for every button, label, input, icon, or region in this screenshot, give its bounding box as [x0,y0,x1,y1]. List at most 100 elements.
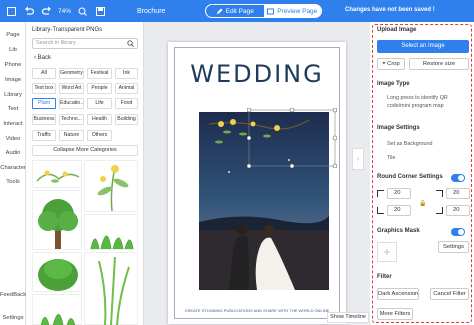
tile-option[interactable]: Tile [387,154,396,162]
zoom-level[interactable]: 74% [58,8,71,15]
plant-thumbnail[interactable] [84,252,138,325]
edit-page-label: Edit Page [225,7,254,15]
rail-item-phone[interactable]: Phone [0,62,26,68]
library-search-input[interactable]: Search in library [32,38,138,49]
mode-switch: Edit Page Preview Page [205,4,322,18]
round-corner-heading: Round Corner Settings [377,174,443,180]
category-food[interactable]: Food [115,98,138,109]
back-chevron-icon: ‹ [34,55,36,61]
show-timeline-button[interactable]: Show Timeline [327,312,369,323]
category-traffic[interactable]: Traffic [32,130,56,141]
library-title: Library-Transparent PNGs [32,27,103,33]
dark-ascension-filter[interactable]: Dark Ascension [377,288,419,300]
left-rail: Page Lib Phone Image Library Text Intera… [0,22,26,325]
preview-page-tab[interactable]: Preview Page [263,5,321,17]
back-button[interactable]: ‹ Back [34,55,51,61]
category-education[interactable]: Educatio... [59,98,84,109]
category-festival[interactable]: Festival [87,68,112,79]
lock-icon[interactable]: 🔒 [419,200,426,207]
restore-size-button[interactable]: Restore size [409,58,469,70]
plant-thumbnail[interactable] [32,252,82,292]
menu-icon[interactable] [4,4,18,18]
add-image-button[interactable]: Select an Image [377,40,469,53]
rail-item-settings[interactable]: Settings [0,315,26,321]
image-settings-heading: Image Settings [377,125,420,131]
rail-item-text[interactable]: Text [0,106,26,112]
category-health[interactable]: Health [87,114,112,125]
corner-bottom-right-icon [436,207,443,214]
collapse-categories-button[interactable]: Collapse More Categories [32,145,138,156]
category-plant[interactable]: Plant [32,98,56,109]
crop-button[interactable]: ⌖ Crop [377,58,405,70]
category-technology[interactable]: Techno... [59,114,84,125]
edit-icon [216,8,223,14]
mask-settings-button[interactable]: Settings [438,241,469,253]
category-life[interactable]: Life [87,98,112,109]
crop-label: Crop [387,61,400,67]
document-title[interactable]: Brochure [137,8,165,15]
corner-bottom-right-input[interactable]: 20 [446,205,470,216]
rail-item-feedback[interactable]: FeedBack [0,292,26,298]
corner-bottom-left-icon [377,207,384,214]
category-people[interactable]: People [87,83,112,94]
category-word-art[interactable]: Word Art [59,83,84,94]
plant-thumbnail[interactable] [84,160,138,212]
rail-item-library[interactable]: Library [0,92,26,98]
image-type-heading: Image Type [377,81,410,87]
page-heading[interactable]: WEDDING [175,60,339,88]
rail-item-audio[interactable]: Audio [0,150,26,156]
category-nature[interactable]: Nature [59,130,84,141]
search-placeholder: Search in library [36,40,76,46]
zoom-in-icon[interactable] [75,4,89,18]
plant-thumbnail[interactable] [32,190,82,250]
corner-top-left-icon [377,190,384,197]
category-others[interactable]: Others [87,130,112,141]
undo-icon[interactable] [22,4,36,18]
corner-top-right-input[interactable]: 20 [446,188,470,199]
add-mask-button[interactable]: + [377,242,397,262]
plant-thumbnail[interactable] [32,160,82,188]
edit-page-tab[interactable]: Edit Page [206,5,264,17]
corner-top-right-icon [436,190,443,197]
page-caption[interactable]: CREATE STUNNING PUBLICATIONS AND SHARE W… [175,308,339,313]
rail-item-character[interactable]: Character [0,165,26,171]
graphics-mask-heading: Graphics Mask [377,228,420,234]
corner-bottom-left-input[interactable]: 20 [387,205,411,216]
save-icon[interactable] [93,4,107,18]
category-animal[interactable]: Animal [115,83,138,94]
category-business[interactable]: Business [32,114,56,125]
set-as-background-option[interactable]: Set as Background [387,140,433,148]
crop-icon: ⌖ [382,61,386,67]
preview-icon [267,8,275,14]
cancel-filter-button[interactable]: Cancel Filter [430,288,469,300]
canvas-area: WEDDING CREATE STUNNING PUBLICATIONS AND… [144,22,370,325]
plant-thumbnail[interactable] [84,214,138,250]
rail-item-image[interactable]: Image [0,77,26,83]
rail-item-lib[interactable]: Lib [0,47,26,53]
category-all[interactable]: All [32,68,56,79]
preview-page-label: Preview Page [277,7,318,15]
rail-item-interact[interactable]: Interact [0,121,26,127]
brochure-page[interactable]: WEDDING CREATE STUNNING PUBLICATIONS AND… [168,42,346,324]
category-geometry[interactable]: Geometry [59,68,84,79]
filter-heading: Filter [377,274,392,280]
search-icon[interactable] [127,40,134,51]
rail-item-tools[interactable]: Tools [0,179,26,185]
plant-thumbnail[interactable] [32,294,82,325]
redo-icon[interactable] [40,4,54,18]
category-building[interactable]: Building [115,114,138,125]
next-page-arrow[interactable]: › [352,148,364,170]
page-border: WEDDING CREATE STUNNING PUBLICATIONS AND… [174,47,340,319]
more-filters-button[interactable]: More Filters [377,308,413,320]
corner-top-left-input[interactable]: 20 [387,188,411,199]
selection-box[interactable] [247,108,337,168]
rail-item-page[interactable]: Page [0,32,26,38]
category-ink[interactable]: Ink [115,68,138,79]
library-panel: Library-Transparent PNGs Search in libra… [26,22,144,325]
category-text-box[interactable]: Text box [32,83,56,94]
graphics-mask-toggle[interactable] [451,228,465,236]
image-type-option[interactable]: Long press to identify QR code/mini prog… [387,94,471,110]
save-status: Changes have not been saved ! [345,7,435,13]
round-corner-toggle[interactable] [451,174,465,182]
rail-item-video[interactable]: Video [0,136,26,142]
